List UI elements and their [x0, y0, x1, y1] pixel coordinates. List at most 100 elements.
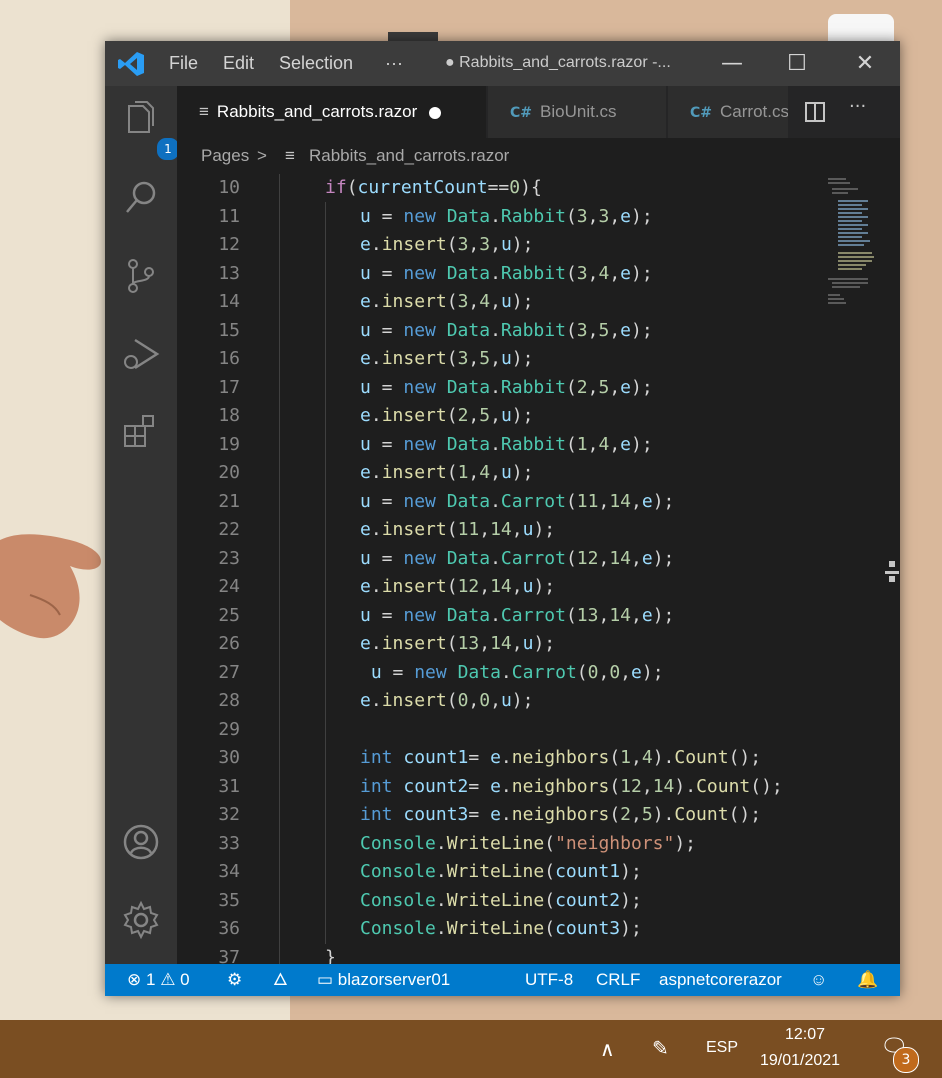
- tab-carrot[interactable]: C# Carrot.cs: [668, 86, 788, 138]
- code-token: u: [522, 519, 534, 540]
- language-mode[interactable]: aspnetcorerazor: [659, 964, 782, 996]
- code-token: u: [360, 376, 371, 398]
- code-token: e: [620, 319, 632, 341]
- menu-selection[interactable]: Selection: [279, 53, 353, 74]
- code-token: e: [620, 376, 632, 398]
- tab-rabbits-and-carrots[interactable]: ≡ Rabbits_and_carrots.razor: [177, 86, 486, 138]
- code-token: 0: [479, 690, 491, 711]
- code-token: ,: [490, 291, 501, 312]
- code-token: 14: [490, 576, 512, 597]
- notifications-bell-icon[interactable]: 🔔: [857, 964, 878, 996]
- line-number: 13: [218, 262, 240, 284]
- tab-biounit[interactable]: C# BioUnit.cs: [488, 86, 666, 138]
- maximize-button[interactable]: ☐: [765, 41, 829, 86]
- desktop-folder-icon[interactable]: [828, 14, 894, 42]
- code-token: .: [435, 832, 447, 854]
- unsaved-dot-icon[interactable]: [429, 106, 442, 119]
- accounts-icon[interactable]: [119, 820, 163, 864]
- code-text: u = new Data.Carrot(13,14,e);: [360, 602, 674, 631]
- extensions-icon[interactable]: [119, 410, 163, 454]
- code-token: =: [370, 319, 404, 341]
- search-icon[interactable]: [119, 176, 163, 220]
- code-token: (: [609, 775, 621, 797]
- code-token: 3: [576, 262, 588, 284]
- code-token: .: [370, 348, 382, 369]
- explorer-icon[interactable]: 1: [119, 98, 181, 162]
- pen-icon[interactable]: ✎: [652, 1036, 669, 1061]
- code-token: e: [360, 633, 371, 654]
- code-token: (: [565, 319, 577, 341]
- line-number: 36: [218, 918, 240, 939]
- code-editor[interactable]: 10 if(currentCount==0){11 u = new Data.Rab…: [177, 174, 900, 964]
- code-token: Console: [360, 861, 436, 882]
- code-token: ){: [520, 177, 542, 198]
- code-token: (: [576, 661, 588, 683]
- code-token: );: [631, 433, 653, 455]
- status-bar: ⊗ 1 ⚠ 0 ⚙ 🜂 ▭ blazorserver01 UTF-8 CRLF …: [105, 964, 900, 996]
- code-token: ,: [468, 405, 480, 426]
- close-button[interactable]: ✕: [833, 41, 897, 86]
- feedback-icon[interactable]: ☺: [810, 964, 827, 996]
- minimize-button[interactable]: —: [700, 41, 764, 86]
- line-number: 34: [218, 861, 240, 882]
- source-control-icon[interactable]: [119, 254, 163, 298]
- code-text: int count1= e.neighbors(1,4).Count();: [360, 744, 761, 773]
- code-token: Rabbit: [500, 319, 566, 341]
- tray-chevron-icon[interactable]: ∧: [600, 1037, 615, 1062]
- settings-gear-icon[interactable]: [119, 898, 163, 942]
- code-token: 14: [609, 490, 632, 512]
- more-actions-button[interactable]: ···: [849, 96, 866, 117]
- menu-edit[interactable]: Edit: [223, 53, 254, 74]
- code-token: );: [620, 889, 642, 911]
- clock-date[interactable]: 19/01/2021: [760, 1052, 840, 1070]
- input-language[interactable]: ESP: [706, 1039, 738, 1057]
- flame-icon[interactable]: 🜂: [273, 964, 288, 996]
- code-text: e.insert(13,14,u);: [360, 630, 555, 659]
- code-token: (: [565, 547, 577, 569]
- code-token: Carrot: [500, 490, 566, 512]
- line-number: 23: [218, 547, 240, 569]
- code-token: ,: [631, 804, 642, 825]
- code-token: );: [533, 519, 556, 540]
- folder-indicator[interactable]: ▭ blazorserver01: [317, 964, 450, 996]
- breadcrumb-file[interactable]: Rabbits_and_carrots.razor: [309, 138, 509, 174]
- code-token: ,: [511, 576, 523, 597]
- code-token: new: [403, 433, 436, 455]
- code-token: insert: [381, 348, 447, 369]
- folder-name: blazorserver01: [337, 970, 451, 989]
- code-token: u: [370, 661, 382, 683]
- code-token: 14: [652, 775, 675, 797]
- code-text: e.insert(1,4,u);: [360, 459, 533, 488]
- code-token: 4: [479, 462, 491, 483]
- code-token: .: [490, 376, 501, 398]
- code-token: );: [631, 205, 653, 227]
- encoding-indicator[interactable]: UTF-8: [525, 964, 573, 996]
- code-token: ,: [587, 433, 599, 455]
- code-text: }: [325, 944, 336, 965]
- code-token: ,: [609, 262, 621, 284]
- menu-more[interactable]: ···: [385, 53, 403, 74]
- run-debug-icon[interactable]: [119, 332, 163, 376]
- code-token: ();: [728, 804, 762, 825]
- code-text: e.insert(0,0,u);: [360, 687, 533, 716]
- menu-file[interactable]: File: [169, 53, 198, 74]
- csharp-file-icon: C#: [690, 105, 713, 121]
- split-editor-icon[interactable]: [804, 101, 826, 123]
- vertical-scrollbar[interactable]: [885, 561, 899, 585]
- line-number: 30: [218, 747, 240, 768]
- debug-launch-icon[interactable]: ⚙: [227, 964, 242, 996]
- eol-indicator[interactable]: CRLF: [596, 964, 640, 996]
- code-token: u: [500, 462, 512, 483]
- code-token: e: [620, 433, 632, 455]
- breadcrumb-folder[interactable]: Pages: [201, 138, 249, 174]
- file-lines-icon: ≡: [199, 102, 209, 121]
- code-token: neighbors: [511, 775, 610, 797]
- code-token: (: [446, 234, 458, 255]
- code-token: ,: [609, 376, 621, 398]
- problems-indicator[interactable]: ⊗ 1 ⚠ 0: [127, 964, 190, 996]
- code-token: =: [381, 661, 415, 683]
- clock-time[interactable]: 12:07: [785, 1026, 825, 1044]
